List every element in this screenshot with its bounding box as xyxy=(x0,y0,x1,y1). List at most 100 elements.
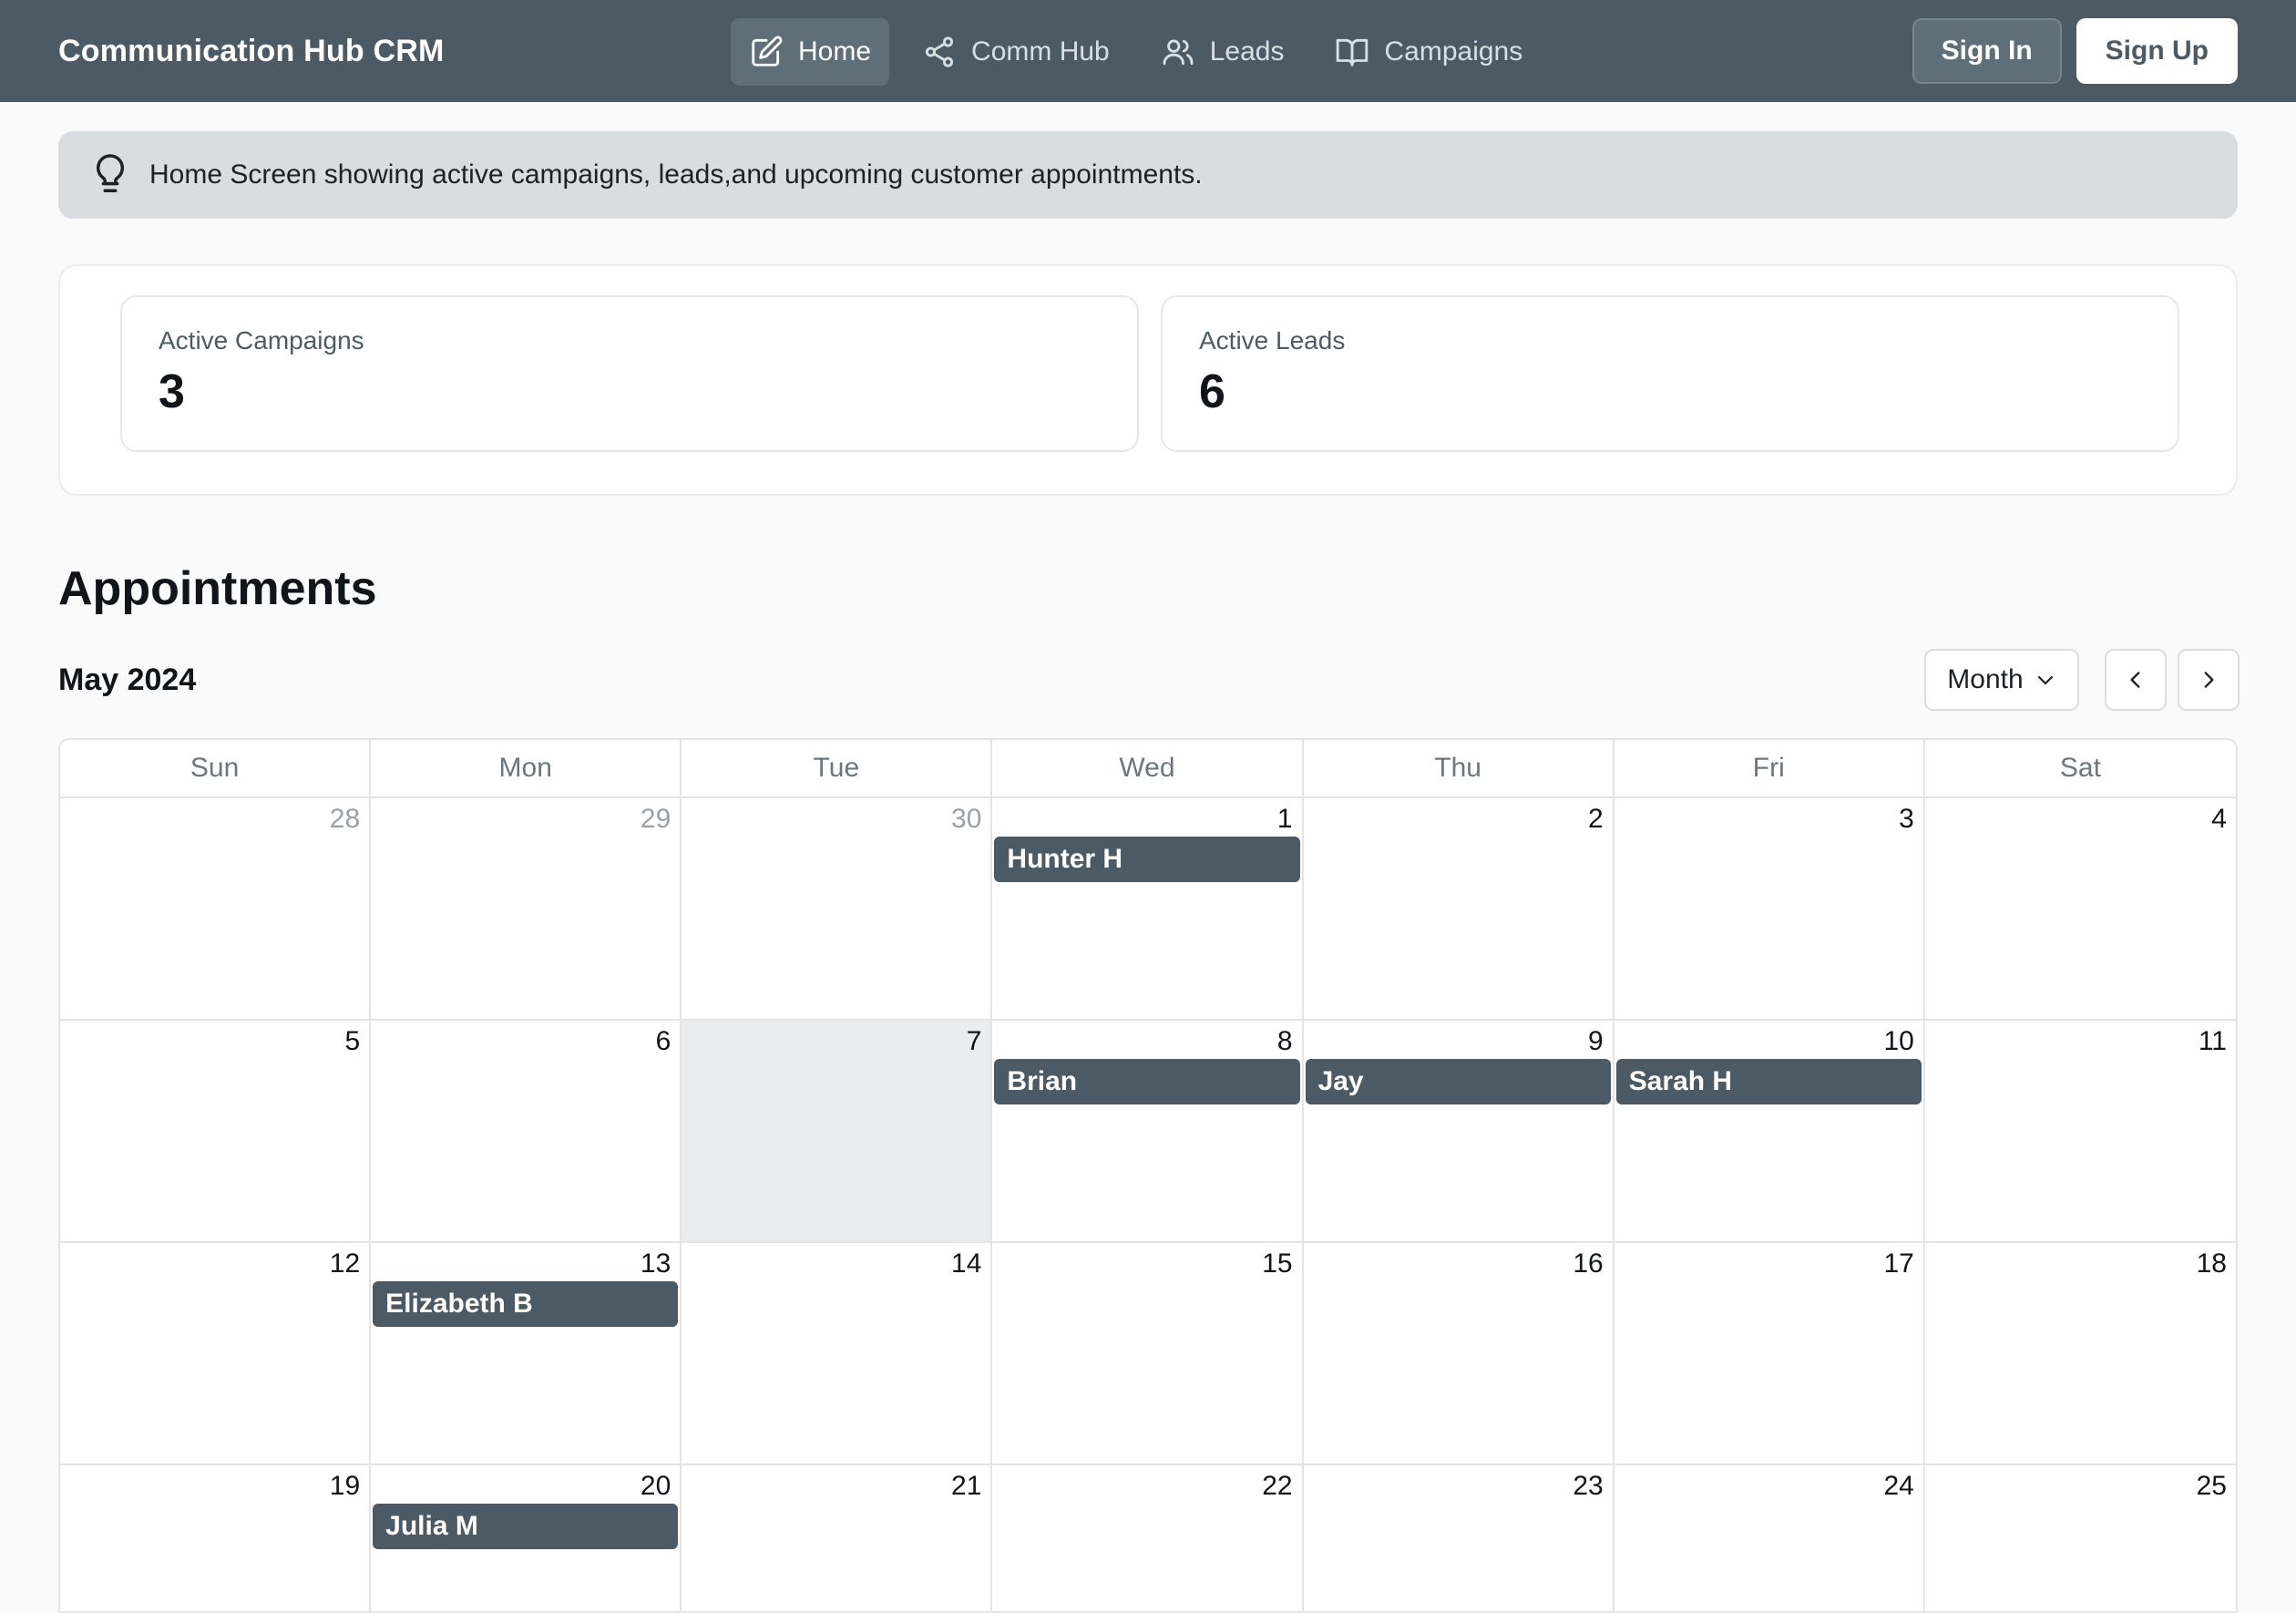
weekday-label: Mon xyxy=(371,740,682,796)
calendar-day-cell[interactable]: 10 Sarah H xyxy=(1614,1021,1925,1243)
nav-item-campaigns[interactable]: Campaigns xyxy=(1317,18,1541,86)
day-number: 23 xyxy=(1573,1471,1604,1501)
day-number: 14 xyxy=(951,1248,982,1279)
calendar-day-cell[interactable]: 8 Brian xyxy=(992,1021,1304,1243)
appointment-event[interactable]: Brian xyxy=(994,1059,1300,1104)
day-number: 28 xyxy=(329,804,361,834)
stat-card-active-campaigns[interactable]: Active Campaigns 3 xyxy=(120,295,1139,452)
day-number: 4 xyxy=(2211,804,2227,834)
day-number: 18 xyxy=(2196,1248,2227,1279)
day-number: 22 xyxy=(1262,1471,1293,1501)
calendar-day-cell[interactable]: 5 xyxy=(60,1021,372,1243)
day-number: 7 xyxy=(966,1026,982,1056)
calendar-day-cell[interactable]: 20 Julia M xyxy=(371,1465,682,1611)
calendar-day-cell[interactable]: 14 xyxy=(682,1243,993,1465)
calendar-day-cell[interactable]: 9 Jay xyxy=(1303,1021,1614,1243)
sign-in-button[interactable]: Sign In xyxy=(1912,18,2062,84)
stat-label: Active Campaigns xyxy=(159,326,364,354)
calendar-day-grid: 28 29 30 1 Hunter H 2 3 4 5 6 7 8 Brian 9 Jay 10 Sarah H… xyxy=(60,798,2236,1611)
day-number: 29 xyxy=(640,804,671,834)
share-nodes-icon xyxy=(925,36,954,67)
calendar-day-cell[interactable]: 23 xyxy=(1303,1465,1614,1611)
app-title[interactable]: Communication Hub CRM xyxy=(58,0,445,102)
nav-item-label: Home xyxy=(798,36,872,67)
weekday-label: Fri xyxy=(1614,740,1925,796)
appointment-event[interactable]: Julia M xyxy=(373,1504,679,1549)
stats-panel: Active Campaigns 3 Active Leads 6 xyxy=(58,264,2238,496)
calendar-day-cell[interactable]: 30 xyxy=(682,798,993,1021)
day-number: 2 xyxy=(1588,804,1604,834)
day-number: 19 xyxy=(329,1471,361,1501)
day-number: 9 xyxy=(1588,1026,1604,1056)
calendar-day-cell[interactable]: 29 xyxy=(371,798,682,1021)
chevron-left-icon xyxy=(2130,672,2140,688)
edit-square-icon xyxy=(752,36,783,67)
info-alert: Home Screen showing active campaigns, le… xyxy=(58,131,2238,219)
calendar-day-cell[interactable]: 19 xyxy=(60,1465,372,1611)
calendar-day-cell[interactable]: 21 xyxy=(682,1465,993,1611)
view-select-dropdown[interactable]: Month xyxy=(1924,649,2079,711)
sign-up-button[interactable]: Sign Up xyxy=(2076,18,2238,84)
appointment-event[interactable]: Sarah H xyxy=(1615,1059,1922,1104)
calendar-day-cell[interactable]: 3 xyxy=(1614,798,1925,1021)
nav-item-label: Campaigns xyxy=(1384,36,1523,67)
alert-text: Home Screen showing active campaigns, le… xyxy=(149,159,1203,190)
appointments-calendar: Sun Mon Tue Wed Thu Fri Sat 28 29 30 1 Hunte… xyxy=(58,738,2238,1613)
auth-actions: Sign In Sign Up xyxy=(1912,18,2238,84)
nav-item-leads[interactable]: Leads xyxy=(1143,18,1303,86)
view-select-value: Month xyxy=(1947,664,2024,694)
day-number: 16 xyxy=(1573,1248,1604,1279)
calendar-day-cell[interactable]: 1 Hunter H xyxy=(992,798,1304,1021)
calendar-day-cell[interactable]: 18 xyxy=(1924,1243,2236,1465)
nav-item-label: Comm Hub xyxy=(971,36,1110,67)
day-number: 30 xyxy=(951,804,982,834)
chevron-right-icon xyxy=(2204,672,2214,688)
calendar-day-cell[interactable]: 28 xyxy=(60,798,372,1021)
stat-card-active-leads[interactable]: Active Leads 6 xyxy=(1161,295,2179,452)
calendar-day-cell[interactable]: 4 xyxy=(1924,798,2236,1021)
day-number: 25 xyxy=(2196,1471,2227,1501)
calendar-day-cell[interactable]: 13 Elizabeth B xyxy=(371,1243,682,1465)
day-number: 11 xyxy=(2198,1026,2227,1056)
calendar-day-cell[interactable]: 11 xyxy=(1924,1021,2236,1243)
stat-label: Active Leads xyxy=(1199,326,1346,354)
appointment-event[interactable]: Elizabeth B xyxy=(373,1281,679,1327)
calendar-day-cell[interactable]: 17 xyxy=(1614,1243,1925,1465)
calendar-day-cell[interactable]: 12 xyxy=(60,1243,372,1465)
day-number: 21 xyxy=(951,1471,982,1501)
weekday-label: Tue xyxy=(682,740,993,796)
calendar-toolbar: May 2024 Month xyxy=(58,649,2240,711)
day-number: 6 xyxy=(655,1026,671,1056)
main-nav: Home Comm Hub Leads Campaigns xyxy=(731,18,1541,86)
day-number: 24 xyxy=(1883,1471,1914,1501)
calendar-day-cell[interactable]: 7 xyxy=(682,1021,993,1243)
day-number: 3 xyxy=(1899,804,1914,834)
day-number: 10 xyxy=(1883,1026,1914,1056)
day-number: 17 xyxy=(1883,1248,1914,1279)
day-number: 20 xyxy=(640,1471,671,1501)
weekday-label: Thu xyxy=(1304,740,1614,796)
calendar-day-cell[interactable]: 15 xyxy=(992,1243,1304,1465)
calendar-day-cell[interactable]: 2 xyxy=(1303,798,1614,1021)
appointment-event[interactable]: Hunter H xyxy=(994,837,1300,882)
nav-item-label: Leads xyxy=(1209,36,1285,67)
calendar-day-cell[interactable]: 24 xyxy=(1614,1465,1925,1611)
chevron-down-icon xyxy=(2037,675,2053,685)
calendar-day-cell[interactable]: 22 xyxy=(992,1465,1304,1611)
calendar-day-cell[interactable]: 16 xyxy=(1303,1243,1614,1465)
previous-month-button[interactable] xyxy=(2105,649,2167,711)
appointment-event[interactable]: Jay xyxy=(1305,1059,1611,1104)
next-month-button[interactable] xyxy=(2178,649,2240,711)
lightbulb-icon xyxy=(97,154,124,192)
day-number: 5 xyxy=(344,1026,361,1056)
users-icon xyxy=(1163,39,1194,66)
calendar-day-cell[interactable]: 25 xyxy=(1924,1465,2236,1611)
calendar-weekday-header: Sun Mon Tue Wed Thu Fri Sat xyxy=(60,740,2236,798)
nav-item-home[interactable]: Home xyxy=(731,18,890,86)
day-number: 15 xyxy=(1262,1248,1293,1279)
top-navbar: Communication Hub CRM Home Comm Hub Lead… xyxy=(0,0,2296,102)
stat-value: 3 xyxy=(159,365,185,418)
nav-item-comm-hub[interactable]: Comm Hub xyxy=(904,18,1128,86)
day-number: 8 xyxy=(1276,1026,1293,1056)
calendar-day-cell[interactable]: 6 xyxy=(371,1021,682,1243)
